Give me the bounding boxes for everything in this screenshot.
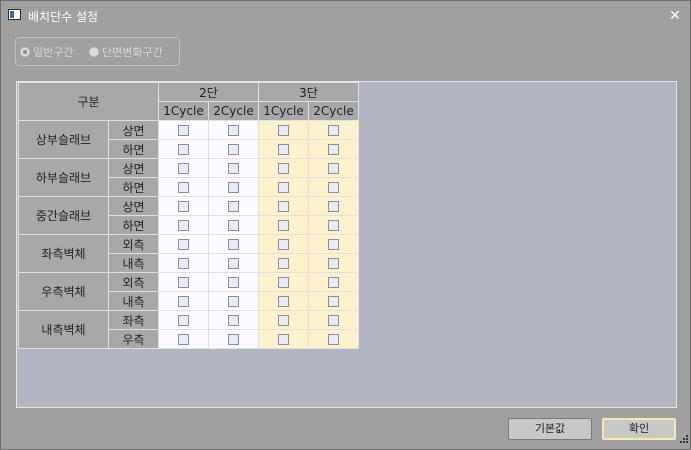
row-sub-label: 내측 [108, 253, 159, 273]
checkbox[interactable] [278, 296, 289, 307]
header-3dan-2cycle: 2Cycle [308, 101, 359, 121]
checkbox[interactable] [228, 125, 239, 136]
row-group-label: 우측벽체 [18, 272, 109, 311]
header-2dan-1cycle: 1Cycle [158, 101, 209, 121]
radio-checked-icon [20, 47, 30, 57]
checkbox[interactable] [228, 144, 239, 155]
radio-section-change[interactable]: 단면변화구간 [89, 44, 163, 60]
row-sub-label: 좌측 [108, 310, 159, 330]
default-values-button[interactable]: 기본값 [508, 418, 592, 440]
checkbox[interactable] [228, 182, 239, 193]
checkbox[interactable] [178, 201, 189, 212]
checkbox[interactable] [178, 334, 189, 345]
radio-general-label: 일반구간 [33, 46, 74, 59]
row-sub-label: 외측 [108, 234, 159, 254]
radio-section-change-label: 단면변화구간 [102, 46, 163, 59]
ok-button[interactable]: 확인 [602, 418, 676, 440]
checkbox[interactable] [228, 277, 239, 288]
row-group-label: 중간슬래브 [18, 196, 109, 235]
checkbox[interactable] [328, 239, 339, 250]
checkbox[interactable] [178, 163, 189, 174]
checkbox[interactable] [328, 125, 339, 136]
row-sub-label: 우측 [108, 329, 159, 349]
checkbox[interactable] [228, 258, 239, 269]
resize-grip-icon[interactable] [677, 434, 689, 446]
checkbox[interactable] [178, 277, 189, 288]
table-row: 우측벽체 외측 [18, 272, 359, 311]
checkbox[interactable] [228, 334, 239, 345]
table-row: 내측벽체 좌측 [18, 310, 359, 349]
table-row: 상부슬래브 상면 [18, 120, 359, 159]
checkbox[interactable] [278, 201, 289, 212]
checkbox[interactable] [328, 220, 339, 231]
window-app-icon [8, 9, 21, 20]
checkbox[interactable] [278, 144, 289, 155]
section-type-radio-group: 일반구간 단면변화구간 [15, 37, 180, 66]
checkbox[interactable] [328, 277, 339, 288]
radio-unchecked-icon [89, 47, 99, 57]
checkbox[interactable] [328, 296, 339, 307]
checkbox[interactable] [178, 315, 189, 326]
checkbox[interactable] [278, 258, 289, 269]
row-sub-label: 외측 [108, 272, 159, 292]
checkbox[interactable] [178, 144, 189, 155]
settings-grid-area: 구분 2단 3단 1Cycle 2Cycle 1Cycle 2Cycle 상부슬… [16, 81, 677, 408]
checkbox[interactable] [328, 258, 339, 269]
checkbox[interactable] [278, 277, 289, 288]
checkbox[interactable] [178, 258, 189, 269]
close-button[interactable]: ✕ [665, 6, 685, 26]
table-row: 중간슬래브 상면 [18, 196, 359, 235]
settings-table: 구분 2단 3단 1Cycle 2Cycle 1Cycle 2Cycle 상부슬… [18, 82, 359, 349]
row-sub-label: 상면 [108, 196, 159, 216]
title-bar[interactable]: 배치단수 설정 ✕ [1, 1, 690, 31]
header-group-2dan: 2단 [158, 82, 259, 102]
checkbox[interactable] [278, 125, 289, 136]
checkbox[interactable] [228, 201, 239, 212]
checkbox[interactable] [228, 315, 239, 326]
checkbox[interactable] [178, 239, 189, 250]
radio-general-section[interactable]: 일반구간 [20, 44, 73, 60]
checkbox[interactable] [228, 239, 239, 250]
header-category: 구분 [18, 82, 159, 121]
table-row: 좌측벽체 외측 [18, 234, 359, 273]
checkbox[interactable] [278, 334, 289, 345]
checkbox[interactable] [178, 296, 189, 307]
row-sub-label: 하면 [108, 215, 159, 235]
checkbox[interactable] [228, 296, 239, 307]
checkbox[interactable] [228, 163, 239, 174]
window-title: 배치단수 설정 [28, 10, 99, 24]
checkbox[interactable] [278, 220, 289, 231]
checkbox[interactable] [178, 182, 189, 193]
table-row: 하부슬래브 상면 [18, 158, 359, 197]
checkbox[interactable] [328, 144, 339, 155]
checkbox[interactable] [328, 334, 339, 345]
row-sub-label: 상면 [108, 120, 159, 140]
checkbox[interactable] [278, 239, 289, 250]
checkbox[interactable] [278, 163, 289, 174]
row-group-label: 좌측벽체 [18, 234, 109, 273]
header-3dan-1cycle: 1Cycle [258, 101, 309, 121]
checkbox[interactable] [278, 315, 289, 326]
checkbox[interactable] [328, 201, 339, 212]
header-group-3dan: 3단 [258, 82, 359, 102]
row-group-label: 내측벽체 [18, 310, 109, 349]
row-group-label: 상부슬래브 [18, 120, 109, 159]
checkbox[interactable] [228, 220, 239, 231]
checkbox[interactable] [328, 163, 339, 174]
checkbox[interactable] [278, 182, 289, 193]
checkbox[interactable] [178, 125, 189, 136]
checkbox[interactable] [328, 315, 339, 326]
row-sub-label: 하면 [108, 139, 159, 159]
row-sub-label: 상면 [108, 158, 159, 178]
row-sub-label: 내측 [108, 291, 159, 311]
dialog-window: 배치단수 설정 ✕ 일반구간 단면변화구간 구분 2단 3단 1Cycle 2C… [0, 0, 691, 450]
checkbox[interactable] [328, 182, 339, 193]
checkbox[interactable] [178, 220, 189, 231]
row-sub-label: 하면 [108, 177, 159, 197]
row-group-label: 하부슬래브 [18, 158, 109, 197]
header-2dan-2cycle: 2Cycle [208, 101, 259, 121]
